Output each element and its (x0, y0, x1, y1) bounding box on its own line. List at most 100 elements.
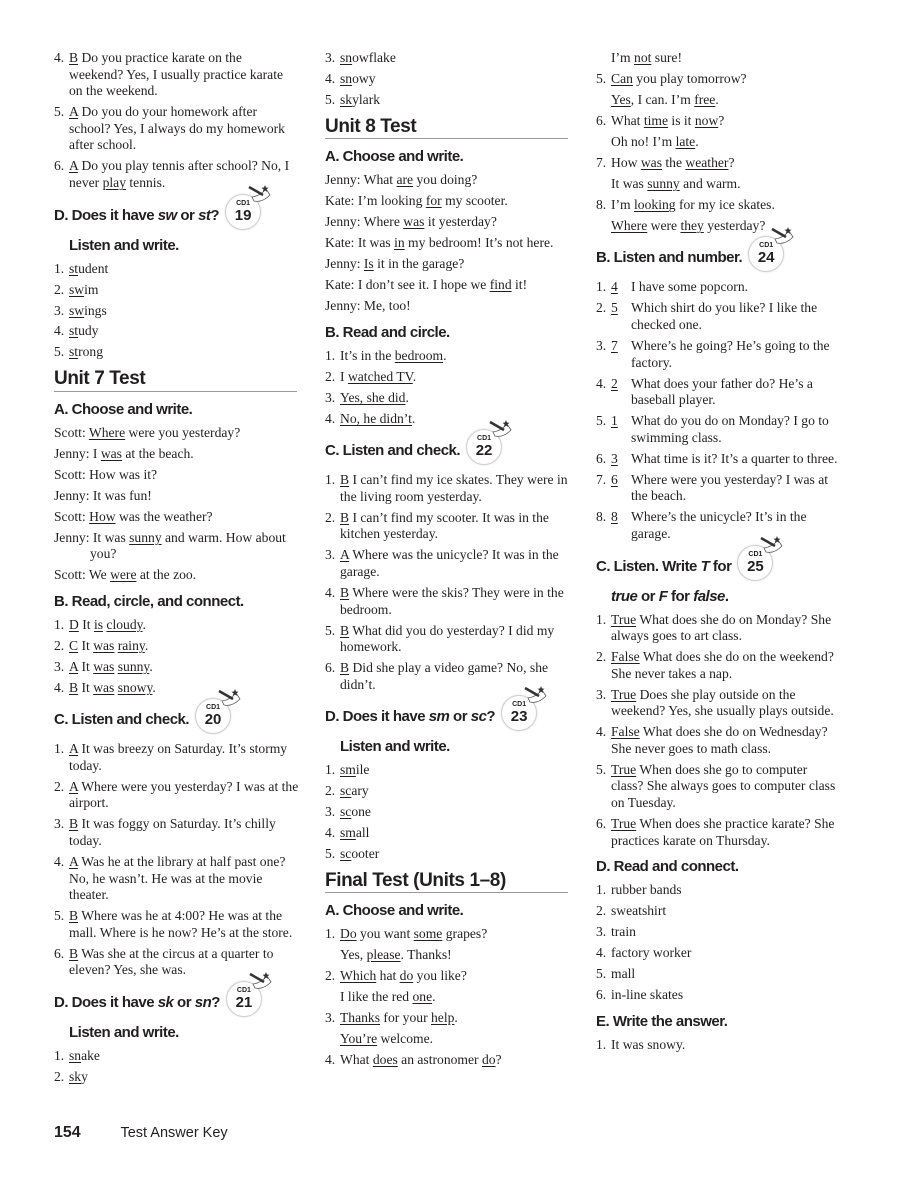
item-number: 4. (596, 945, 607, 961)
answer-number: 7 (611, 338, 618, 354)
text: y (81, 1068, 88, 1084)
text: is it (668, 112, 695, 128)
answer-text: free (694, 91, 716, 107)
heading-line: Listen and write. (69, 236, 179, 254)
section-heading: C. Listen and check. CD1 20 (54, 689, 299, 738)
answer-text: not (634, 50, 652, 65)
text: at the zoo. (136, 567, 197, 583)
text: What (611, 112, 644, 128)
italic-text: sn (194, 993, 212, 1011)
text: Scott: How was it? (54, 466, 158, 482)
text: . (142, 616, 146, 632)
heading-line: C. Listen and check. (325, 442, 461, 459)
dialog-line: Jenny: Where was it yesterday? (325, 214, 570, 231)
item-number: 2. (596, 903, 607, 919)
text: C. Listen. Write (596, 557, 701, 575)
dialog-line: Jenny: It was sunny and warm. How about … (54, 530, 299, 563)
item-number: 1. (325, 472, 336, 488)
item-number: 2. (325, 368, 336, 384)
item-text: B What did you do yesterday? I did my ho… (340, 623, 554, 655)
text: was the weather? (115, 508, 213, 524)
text: you play tomorrow? (632, 70, 747, 86)
answer-text: False (611, 649, 640, 665)
item-text: Can you play tomorrow? (611, 71, 747, 86)
item-text: Yes, she did. (340, 390, 409, 405)
answer-text: st (69, 344, 79, 360)
text: my bedroom! It’s not here. (404, 235, 554, 251)
response-line: Yes, please. Thanks! (325, 947, 570, 964)
answer-text: for (425, 193, 442, 209)
answer-text: looking (634, 196, 676, 212)
item-number: 5. (325, 91, 336, 107)
answer-text: sn (340, 50, 353, 65)
item-number: 4. (596, 724, 607, 740)
text: It was foggy on Saturday. It’s chilly to… (69, 816, 276, 849)
item-number: 1. (596, 1036, 607, 1052)
item-text: factory worker (611, 945, 691, 960)
item-number: 2. (325, 968, 336, 984)
list-item: 4. False What does she do on Wednesday? S… (596, 724, 841, 757)
answer-text: Thanks (340, 1010, 381, 1026)
text: welcome. (377, 1031, 434, 1047)
list-item: 3. True Does she play outside on the week… (596, 687, 841, 720)
answer-number: 1 (611, 413, 618, 429)
text: or (449, 708, 471, 726)
text: . (724, 587, 729, 605)
text: one (351, 804, 371, 820)
text: or (637, 587, 659, 605)
column-2: 3. snowflake 4. snowy 5. skylark Unit 8 Test A.… (325, 50, 570, 1073)
answer-text: A (69, 104, 79, 120)
item-number: 8. (596, 509, 607, 525)
item-text: sky (69, 1069, 88, 1084)
item-number: 3. (325, 50, 336, 65)
text: . Thanks! (400, 947, 452, 963)
unit-title: Unit 8 Test (325, 117, 568, 140)
text: at the beach. (121, 445, 194, 461)
text: What does she do on Wednesday? She never… (611, 724, 828, 756)
cd-track-badge: CD1 19 (225, 184, 271, 230)
answer-text: was (93, 658, 115, 674)
text: ooter (351, 846, 380, 862)
heading-line: D. Does it have sw or st? (54, 206, 220, 224)
item-number: 5. (596, 761, 607, 777)
item-text: True What does she do on Monday? She alw… (611, 612, 831, 644)
answer-text: sunny (647, 175, 680, 191)
section-heading: B. Listen and number. CD1 24 (596, 227, 841, 276)
italic-text: sw (157, 206, 178, 224)
italic-text: sc (470, 708, 487, 726)
text: B. Listen and number. (596, 249, 743, 267)
answer-text: sunny (117, 658, 150, 674)
list-item: 7. 6 Where were you yesterday? I was at th… (596, 472, 841, 505)
heading-line: C. Listen and check. (54, 711, 190, 728)
text: A. Choose and write. (54, 400, 193, 418)
item-text: scary (340, 783, 369, 798)
answer-text: sm (340, 825, 356, 841)
list-item: 4. B It was snowy. (54, 680, 299, 697)
text: ? (495, 1052, 502, 1068)
list-item: 2. 5 Which shirt do you like? I like the c… (596, 300, 841, 333)
response-line: Where were they yesterday? (596, 218, 841, 235)
answer-text: play (102, 174, 126, 190)
section-heading: B. Read, circle, and connect. (54, 590, 299, 614)
text: Jenny: It was (54, 529, 130, 545)
text: . (454, 1010, 458, 1026)
text: . (149, 658, 153, 674)
item-text: B I can’t find my scooter. It was in the… (340, 510, 549, 542)
list-item: 4. B Do you practice karate on the weeken… (54, 50, 299, 100)
item-number: 1. (54, 1047, 65, 1063)
text: It (78, 679, 94, 695)
cd-track-badge: CD1 22 (466, 420, 512, 466)
text: ake (81, 1047, 100, 1063)
item-number: 4. (54, 323, 65, 339)
item-text: scooter (340, 846, 379, 861)
answer-text: was (640, 154, 662, 170)
answer-text: snowy (117, 679, 153, 695)
list-item: 8. I’m looking for my ice skates. (596, 197, 841, 214)
text: Do you do your homework after school? Ye… (69, 104, 285, 153)
cd-track-number: 21 (235, 993, 253, 1011)
list-item: 4. 2 What does your father do? He’s a base… (596, 376, 841, 409)
item-text: rubber bands (611, 882, 682, 897)
answer-text: one (412, 989, 433, 1005)
item-number: 5. (596, 413, 607, 429)
answer-number: 5 (611, 300, 618, 316)
